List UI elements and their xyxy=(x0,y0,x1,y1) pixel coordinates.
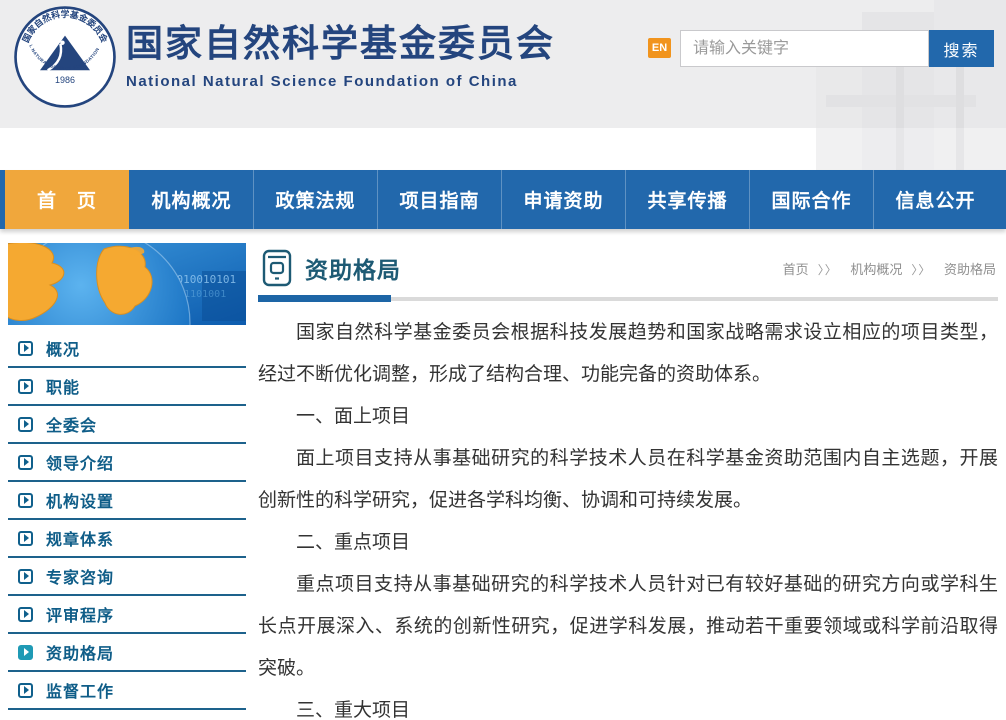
nav-item-label: 共享传播 xyxy=(647,191,728,212)
arrow-right-icon xyxy=(18,378,33,394)
breadcrumb-link[interactable]: 资助格局 xyxy=(944,262,996,277)
breadcrumb-separator: 〉〉 xyxy=(911,262,932,277)
article-paragraph: 重点项目支持从事基础研究的科学技术人员针对已有较好基础的研究方向或学科生长点开展… xyxy=(258,574,998,679)
arrow-right-icon xyxy=(18,644,33,660)
sidebar-menu-item[interactable]: 资助格局 xyxy=(8,634,246,672)
sidebar-menu-item[interactable]: 专家咨询 xyxy=(8,558,246,596)
article-paragraph: 二、重点项目 xyxy=(296,532,411,553)
nav-item[interactable]: 首 页 xyxy=(5,170,129,229)
nav-item[interactable]: 项目指南 xyxy=(377,170,501,229)
breadcrumb-item: 〉〉 资助格局 xyxy=(902,259,996,278)
article-paragraph: 国家自然科学基金委员会根据科技发展趋势和国家战略需求设立相应的项目类型，经过不断… xyxy=(258,322,998,385)
site-header: 国家自然科学基金委员会 1986 NATIONAL NATURAL SCIENC… xyxy=(0,0,1006,170)
sidebar-item-label: 规章体系 xyxy=(46,532,115,549)
nav-item-label: 信息公开 xyxy=(895,191,976,212)
nav-item[interactable]: 国际合作 xyxy=(749,170,873,229)
search-input[interactable] xyxy=(680,30,929,67)
building-background-image xyxy=(816,0,1006,170)
sidebar-menu-item[interactable]: 规章体系 xyxy=(8,520,246,558)
sidebar-item-label: 专家咨询 xyxy=(46,570,115,587)
nsfc-seal-logo: 国家自然科学基金委员会 1986 NATIONAL NATURAL SCIENC… xyxy=(14,6,116,108)
nav-item-label: 政策法规 xyxy=(275,191,356,212)
sidebar-menu-item[interactable]: 概况 xyxy=(8,330,246,368)
article-paragraph: 面上项目支持从事基础研究的科学技术人员在科学基金资助范围内自主选题，开展创新性的… xyxy=(258,448,998,511)
brand-block: 国家自然科学基金委员会 National Natural Science Fou… xyxy=(126,6,555,90)
nav-item-label: 申请资助 xyxy=(523,191,604,212)
breadcrumb-separator: 〉〉 xyxy=(817,262,838,277)
sidebar-menu: 概况 职能 全委会 领导介绍 机构设置 规章体系 专家咨询 评审程序 资助格局 … xyxy=(8,330,246,710)
arrow-right-icon xyxy=(18,340,33,356)
svg-text:1986: 1986 xyxy=(55,75,75,85)
nav-item-label: 项目指南 xyxy=(399,191,480,212)
breadcrumb-link[interactable]: 首页 xyxy=(783,262,809,277)
breadcrumb-item: 〉〉 机构概况 xyxy=(809,259,903,278)
title-underline-accent xyxy=(258,295,391,302)
arrow-right-icon xyxy=(18,416,33,432)
title-underline-track xyxy=(391,297,998,301)
sidebar-item-label: 全委会 xyxy=(46,418,98,435)
arrow-right-icon xyxy=(18,682,33,698)
site-title-en: National Natural Science Foundation of C… xyxy=(126,72,518,90)
search-button[interactable]: 搜索 xyxy=(929,30,994,67)
article-body: 国家自然科学基金委员会根据科技发展趋势和国家战略需求设立相应的项目类型，经过不断… xyxy=(258,312,998,720)
page: 国家自然科学基金委员会 1986 NATIONAL NATURAL SCIENC… xyxy=(0,0,1006,720)
breadcrumb-item: 首页 xyxy=(765,259,809,278)
nav-item[interactable]: 信息公开 xyxy=(873,170,997,229)
nav-item[interactable]: 共享传播 xyxy=(625,170,749,229)
sidebar-item-label: 评审程序 xyxy=(46,608,115,625)
sidebar-item-label: 职能 xyxy=(46,380,81,397)
main-content: 资助格局 首页 〉〉 机构概况 〉〉 资助格局 国家自然科学基金委员会根据科技发… xyxy=(258,243,998,720)
article-paragraph: 三、重大项目 xyxy=(296,700,411,720)
sidebar-item-label: 概况 xyxy=(46,342,81,359)
sidebar-item-label: 监督工作 xyxy=(46,684,115,701)
home-logo-link[interactable]: 国家自然科学基金委员会 1986 NATIONAL NATURAL SCIENC… xyxy=(14,6,614,116)
main-nav: 首 页 机构概况 政策法规 项目指南 申请资助 共享传播 国际合作 信息公开 xyxy=(0,170,1006,229)
sidebar-menu-item[interactable]: 职能 xyxy=(8,368,246,406)
sidebar-menu-item[interactable]: 监督工作 xyxy=(8,672,246,710)
site-title-cn: 国家自然科学基金委员会 xyxy=(126,23,555,64)
arrow-right-icon xyxy=(18,606,33,622)
breadcrumb-link[interactable]: 机构概况 xyxy=(850,262,902,277)
content-header: 资助格局 首页 〉〉 机构概况 〉〉 资助格局 xyxy=(258,243,998,289)
nav-item-label: 机构概况 xyxy=(151,191,232,212)
nav-item-label: 首 页 xyxy=(36,191,97,212)
nav-item[interactable]: 机构概况 xyxy=(129,170,253,229)
sidebar-item-label: 领导介绍 xyxy=(46,456,115,473)
sidebar-menu-item[interactable]: 机构设置 xyxy=(8,482,246,520)
arrow-right-icon xyxy=(18,454,33,470)
nav-item[interactable]: 申请资助 xyxy=(501,170,625,229)
nav-item[interactable]: 政策法规 xyxy=(253,170,377,229)
sidebar-menu-item[interactable]: 领导介绍 xyxy=(8,444,246,482)
sidebar-item-label: 资助格局 xyxy=(46,646,115,663)
globe-banner-image: 1001010010101 00101101001 xyxy=(8,243,246,325)
arrow-right-icon xyxy=(18,568,33,584)
article-paragraph: 一、面上项目 xyxy=(296,406,411,427)
page-title: 资助格局 xyxy=(305,257,401,283)
arrow-right-icon xyxy=(18,492,33,508)
sidebar-menu-item[interactable]: 评审程序 xyxy=(8,596,246,634)
english-language-button[interactable]: EN xyxy=(648,38,671,58)
sidebar-menu-item[interactable]: 全委会 xyxy=(8,406,246,444)
breadcrumb: 首页 〉〉 机构概况 〉〉 资助格局 xyxy=(765,259,998,278)
sidebar: 1001010010101 00101101001 概况 职能 全委会 领导介绍… xyxy=(8,243,246,710)
title-underline xyxy=(258,295,998,302)
sidebar-item-label: 机构设置 xyxy=(46,494,115,511)
nav-item-label: 国际合作 xyxy=(771,191,852,212)
arrow-right-icon xyxy=(18,530,33,546)
book-icon xyxy=(262,249,292,287)
